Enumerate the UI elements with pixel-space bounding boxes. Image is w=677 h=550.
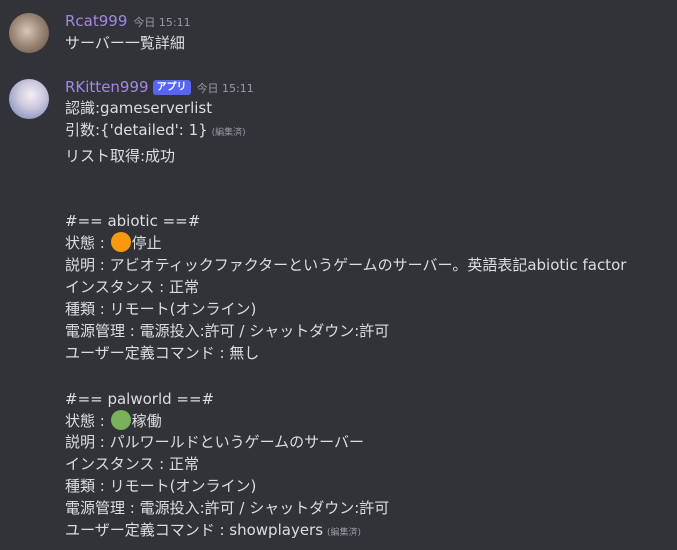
edited-label: (編集済) [327,528,362,538]
recognition-line: 認識:gameserverlist [65,99,213,117]
orange-circle-icon [110,232,131,252]
args-line: 引数:{'detailed': 1} (編集済) [65,119,246,144]
status-line: 状態 : 停止 [65,232,162,254]
timestamp: 今日 15:11 [133,16,191,29]
edited-label: (編集済) [211,128,246,138]
message-text: サーバー一覧詳細 [65,34,185,52]
server-header: #== abiotic ==# [65,212,201,230]
instance-line: インスタンス : 正常 [65,278,199,296]
timestamp: 今日 15:11 [196,82,254,95]
commands-line: ユーザー定義コマンド : 無し [65,344,260,362]
avatar[interactable] [9,79,49,119]
commands-text: ユーザー定義コマンド : showplayers [65,521,324,539]
description-line: 説明 : アビオティックファクターというゲームのサーバー。英語表記abiotic… [65,256,627,274]
username[interactable]: RKitten999 [65,78,149,96]
type-line: 種類 : リモート(オンライン) [65,477,257,495]
status-text: 停止 [131,234,162,252]
status-prefix: 状態 : [65,412,110,430]
avatar[interactable] [9,13,49,53]
message-header: Rcat999 今日 15:11 [65,11,191,31]
app-badge: アプリ [152,80,191,95]
instance-line: インスタンス : 正常 [65,455,199,473]
type-line: 種類 : リモート(オンライン) [65,300,257,318]
green-circle-icon [110,410,131,430]
power-line: 電源管理 : 電源投入:許可 / シャットダウン:許可 [65,322,390,340]
status-prefix: 状態 : [65,234,110,252]
message-header: RKitten999 アプリ 今日 15:11 [65,77,254,97]
status-text: 稼働 [131,412,162,430]
args-text: 引数:{'detailed': 1} [65,121,208,139]
commands-line: ユーザー定義コマンド : showplayers (編集済) [65,519,361,544]
power-line: 電源管理 : 電源投入:許可 / シャットダウン:許可 [65,499,390,517]
server-header: #== palworld ==# [65,390,215,408]
description-line: 説明 : パルワールドというゲームのサーバー [65,433,364,451]
status-line: 状態 : 稼働 [65,410,162,432]
result-line: リスト取得:成功 [65,147,176,165]
username[interactable]: Rcat999 [65,12,127,30]
